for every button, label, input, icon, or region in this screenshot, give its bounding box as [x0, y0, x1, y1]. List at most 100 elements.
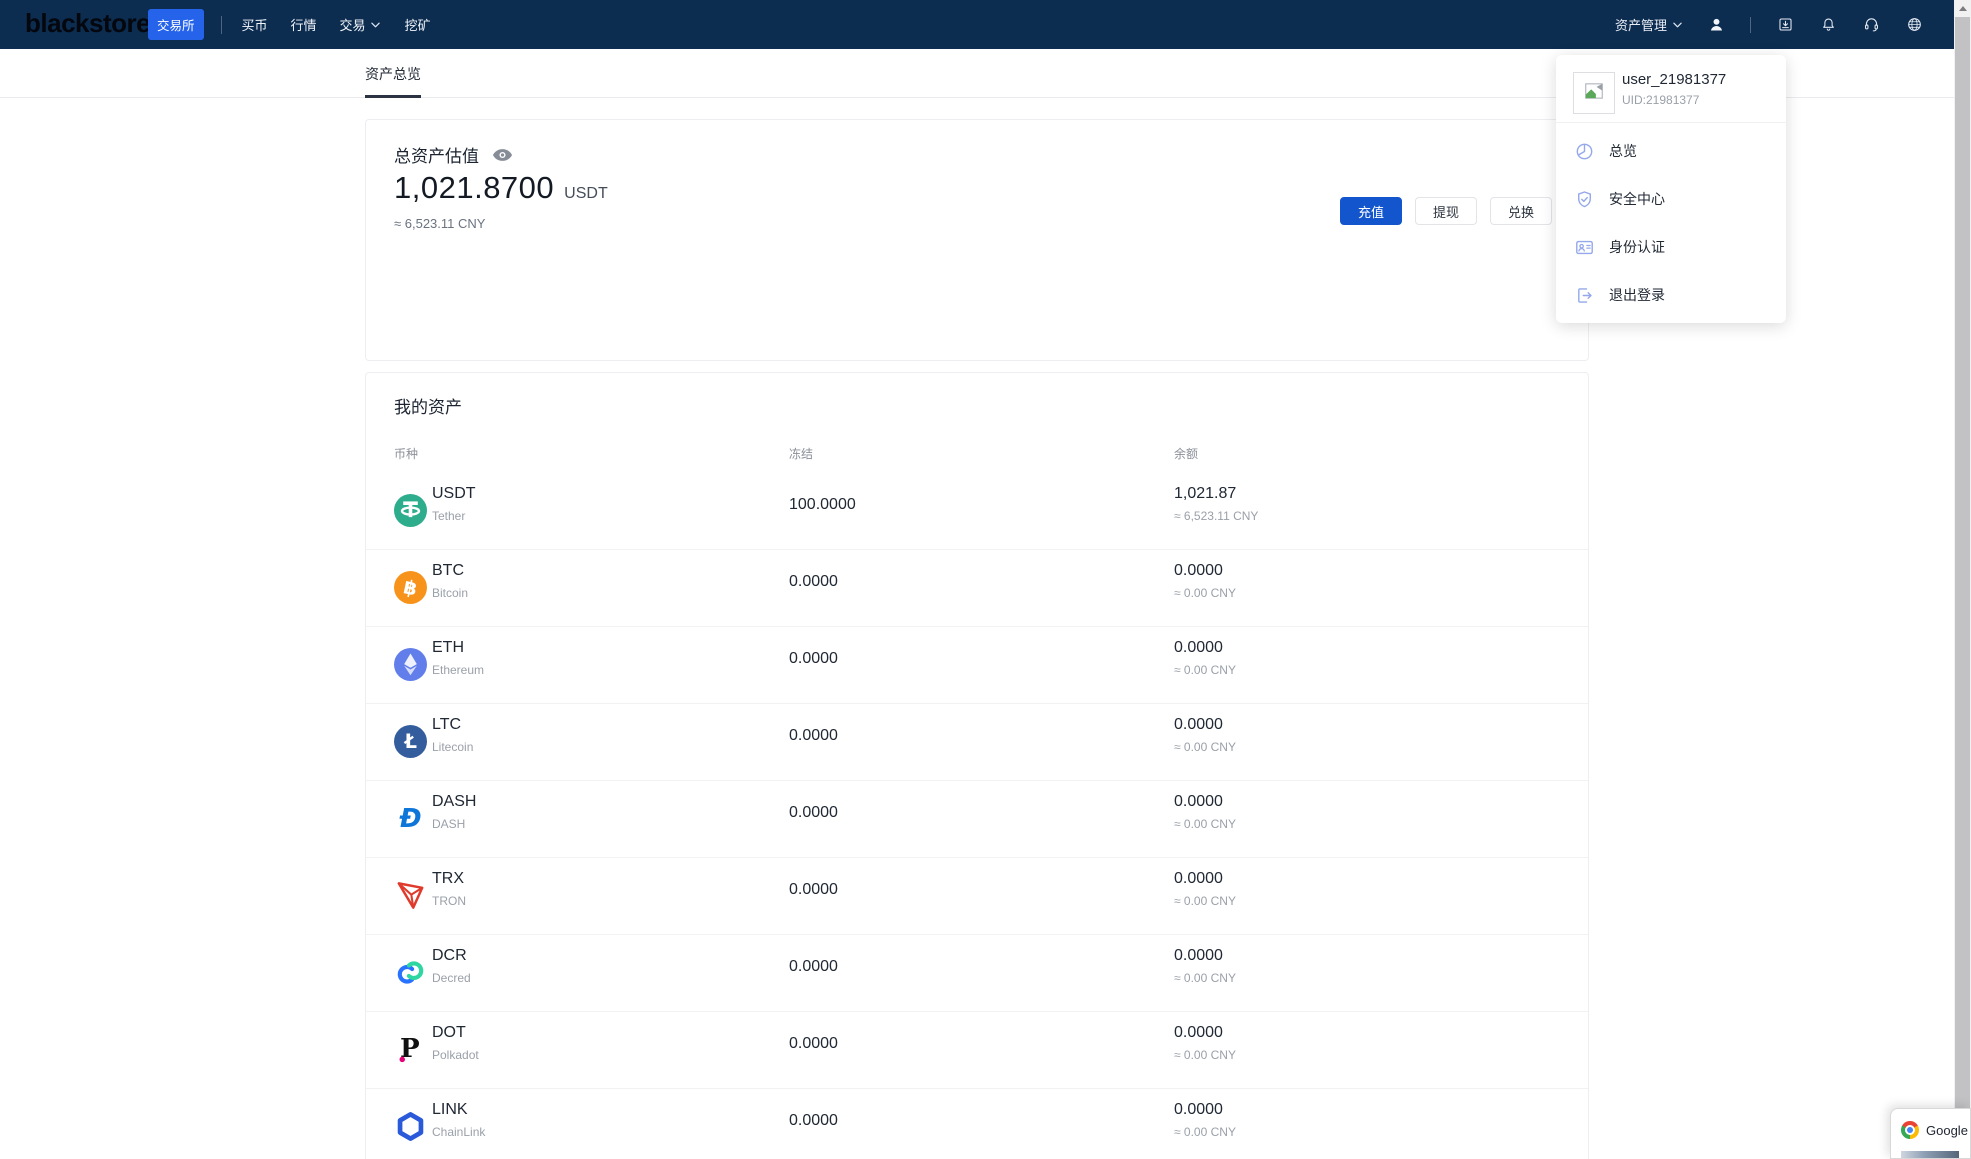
frozen-amount: 0.0000 — [789, 573, 838, 590]
nav-item-markets[interactable]: 行情 — [291, 15, 317, 34]
dot-icon: P — [394, 1033, 427, 1066]
column-header-coin: 币种 — [394, 447, 419, 461]
vertical-scrollbar[interactable] — [1954, 0, 1971, 1159]
scrollbar-thumb[interactable] — [1955, 17, 1970, 1140]
nav-item-buy[interactable]: 买币 — [242, 15, 268, 34]
balance-amount: 0.0000 — [1174, 1024, 1223, 1041]
asset-row: Ł LTC Litecoin 0.0000 0.0000 ≈ 0.00 CNY — [366, 704, 1588, 781]
navbar-right: 资产管理 — [1615, 0, 1923, 49]
btc-icon: ฿ — [394, 571, 427, 604]
user-icon[interactable] — [1707, 16, 1725, 34]
download-icon[interactable] — [1776, 16, 1794, 34]
total-assets-title: 总资产估值 — [394, 147, 479, 166]
coin-name: Bitcoin — [432, 586, 469, 600]
coin-name: DASH — [432, 817, 466, 831]
coin-symbol: DOT — [432, 1024, 466, 1041]
column-header-balance: 余额 — [1174, 447, 1199, 461]
balance-fiat: ≈ 6,523.11 CNY — [1174, 509, 1259, 523]
main-nav: 交易所 买币 行情 交易 挖矿 — [148, 0, 431, 49]
menu-item-label: 总览 — [1609, 143, 1637, 159]
frozen-amount: 0.0000 — [789, 1112, 838, 1129]
menu-item-label: 身份认证 — [1609, 239, 1665, 255]
nav-item-trade-label: 交易 — [339, 18, 366, 33]
globe-icon[interactable] — [1905, 16, 1923, 34]
balance-fiat: ≈ 0.00 CNY — [1174, 894, 1236, 908]
asset-action-buttons: 充值 提现 兑换 — [1340, 197, 1552, 225]
balance-amount: 0.0000 — [1174, 639, 1223, 656]
nav-item-exchange[interactable]: 交易所 — [148, 9, 204, 40]
coin-symbol: ETH — [432, 639, 464, 656]
balance-fiat: ≈ 0.00 CNY — [1174, 740, 1236, 754]
my-assets-card: 我的资产 币种 冻结 余额 USDT Tether 100.0000 1,021… — [365, 372, 1589, 1159]
my-assets-title: 我的资产 — [394, 398, 462, 417]
logout-icon — [1574, 285, 1595, 306]
convert-button[interactable]: 兑换 — [1490, 197, 1552, 225]
frozen-amount: 0.0000 — [789, 1035, 838, 1052]
asset-management-menu[interactable]: 资产管理 — [1615, 15, 1682, 34]
chevron-down-icon — [370, 22, 380, 28]
asset-row: LINK ChainLink 0.0000 0.0000 ≈ 0.00 CNY — [366, 1089, 1588, 1159]
bell-icon[interactable] — [1819, 16, 1837, 34]
frozen-amount: 0.0000 — [789, 650, 838, 667]
menu-item-security-center[interactable]: 安全中心 — [1556, 175, 1786, 223]
balance-amount: 1,021.87 — [1174, 485, 1237, 502]
balance-fiat: ≈ 0.00 CNY — [1174, 586, 1236, 600]
coin-symbol: DCR — [432, 947, 467, 964]
brand-logo[interactable]: blackstore — [25, 8, 151, 39]
amount-currency: USDT — [564, 185, 608, 202]
chevron-down-icon — [1673, 22, 1682, 28]
scroll-up-button[interactable] — [1954, 0, 1971, 17]
usdt-icon — [394, 494, 427, 527]
deposit-button[interactable]: 充值 — [1340, 197, 1402, 225]
frozen-amount: 0.0000 — [789, 804, 838, 821]
nav-item-trade[interactable]: 交易 — [340, 15, 380, 34]
nav-divider — [1750, 16, 1751, 33]
balance-fiat: ≈ 0.00 CNY — [1174, 817, 1236, 831]
asset-management-label: 资产管理 — [1614, 18, 1667, 33]
coin-symbol: USDT — [432, 485, 476, 502]
tab-asset-overview[interactable]: 资产总览 — [365, 49, 421, 98]
trx-icon — [394, 879, 427, 912]
chrome-popup-label: Google C — [1926, 1123, 1970, 1138]
asset-row: P DOT Polkadot 0.0000 0.0000 ≈ 0.00 CNY — [366, 1012, 1588, 1089]
balance-fiat: ≈ 0.00 CNY — [1174, 663, 1236, 677]
balance-amount: 0.0000 — [1174, 947, 1223, 964]
avatar — [1573, 72, 1615, 114]
scroll-up-arrow-icon — [1958, 6, 1967, 11]
menu-item-identity-verification[interactable]: 身份认证 — [1556, 223, 1786, 271]
menu-item-label: 退出登录 — [1609, 287, 1665, 303]
eth-icon — [394, 648, 427, 681]
asset-row: ETH Ethereum 0.0000 0.0000 ≈ 0.00 CNY — [366, 627, 1588, 704]
chrome-notification-popup[interactable]: Google C — [1890, 1108, 1971, 1159]
total-assets-amount: 1,021.8700 USDT — [394, 170, 608, 206]
withdraw-button[interactable]: 提现 — [1415, 197, 1477, 225]
eye-icon[interactable] — [492, 148, 513, 162]
assets-table-body: USDT Tether 100.0000 1,021.87 ≈ 6,523.11… — [366, 473, 1588, 1159]
coin-name: Decred — [432, 971, 471, 985]
page: blackstore 交易所 买币 行情 交易 挖矿 资产管理 资产总览 总资产… — [0, 0, 1971, 1159]
nav-item-mining[interactable]: 挖矿 — [405, 15, 431, 34]
frozen-amount: 100.0000 — [789, 496, 856, 513]
coin-symbol: LINK — [432, 1101, 468, 1118]
user-uid: UID:21981377 — [1622, 93, 1700, 107]
balance-amount: 0.0000 — [1174, 562, 1223, 579]
link-icon — [394, 1110, 427, 1143]
coin-symbol: BTC — [432, 562, 464, 579]
asset-row: Đ DASH DASH 0.0000 0.0000 ≈ 0.00 CNY — [366, 781, 1588, 858]
coin-name: TRON — [432, 894, 466, 908]
balance-amount: 0.0000 — [1174, 793, 1223, 810]
headset-icon[interactable] — [1862, 16, 1880, 34]
menu-item-overview[interactable]: 总览 — [1556, 127, 1786, 175]
security-center-icon — [1574, 189, 1595, 210]
frozen-amount: 0.0000 — [789, 881, 838, 898]
menu-item-logout[interactable]: 退出登录 — [1556, 271, 1786, 319]
coin-name: Ethereum — [432, 663, 485, 677]
dcr-icon — [394, 956, 427, 989]
dropdown-menu: 总览 安全中心 身份认证 退出登录 — [1556, 127, 1786, 319]
coin-symbol: DASH — [432, 793, 477, 810]
menu-item-label: 安全中心 — [1609, 191, 1665, 207]
amount-fiat-value: ≈ 6,523.11 CNY — [394, 216, 486, 231]
balance-fiat: ≈ 0.00 CNY — [1174, 1048, 1236, 1062]
asset-row: DCR Decred 0.0000 0.0000 ≈ 0.00 CNY — [366, 935, 1588, 1012]
broken-image-icon — [1583, 80, 1605, 107]
